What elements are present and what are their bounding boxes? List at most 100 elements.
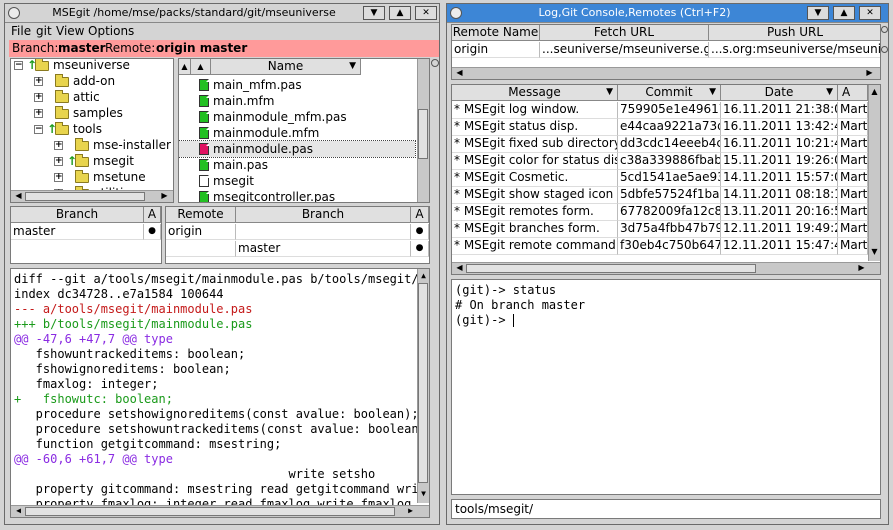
file-col-status[interactable]: ▲ bbox=[179, 59, 191, 75]
log-row[interactable]: * MSEgit show staged icon for 5dbfe57524f… bbox=[452, 187, 868, 204]
branch-col-active[interactable]: A bbox=[144, 207, 161, 223]
file-row[interactable]: mainmodule.pas bbox=[179, 140, 416, 158]
fetch-url-cell[interactable]: ...seuniverse/mseuniverse.git bbox=[540, 42, 709, 58]
log-row[interactable]: * MSEgit Cosmetic. 5cd1541ae5ae93 14.11.20… bbox=[452, 170, 868, 187]
tree-hscroll[interactable]: ◀ ▶ bbox=[11, 190, 173, 202]
remotes-table[interactable]: Remote Name Fetch URL Push URL origin ..… bbox=[451, 24, 881, 80]
scroll-thumb[interactable] bbox=[25, 507, 395, 516]
diff-hscroll[interactable]: ◀ ▶ bbox=[11, 505, 429, 517]
scroll-right-icon[interactable]: ▶ bbox=[159, 191, 170, 202]
console-prompt[interactable]: (git)-> bbox=[455, 313, 514, 328]
log-row[interactable]: * MSEgit color for status displac38a3398… bbox=[452, 153, 868, 170]
remote-branch-col-header[interactable]: Branch bbox=[236, 207, 411, 223]
remote-active-cell[interactable]: ● bbox=[411, 241, 429, 257]
remote-active-cell[interactable]: ● bbox=[411, 224, 429, 240]
expand-toggle-icon[interactable]: + bbox=[54, 141, 63, 150]
log-table[interactable]: Message ▼ Commit ▼ Date ▼ A * MSEgit log wi… bbox=[451, 84, 881, 275]
directory-tree[interactable]: − ↑ mseuniverse + add-on + attic + samples − ↑ tool… bbox=[10, 58, 174, 203]
tree-item[interactable]: + add-on bbox=[11, 73, 171, 89]
scroll-up-icon[interactable]: ▲ bbox=[869, 87, 880, 98]
file-row[interactable]: mainmodule.mfm bbox=[179, 125, 415, 141]
log-vscroll[interactable]: ▲ ▼ bbox=[868, 85, 880, 261]
tree-item[interactable]: + attic bbox=[11, 89, 171, 105]
close-button[interactable]: ✕ bbox=[859, 6, 881, 20]
branch-table[interactable]: Branch A master ● bbox=[10, 206, 162, 264]
remote-cell[interactable]: origin bbox=[166, 224, 236, 240]
scroll-left-icon[interactable]: ◀ bbox=[454, 68, 465, 79]
remote-name-cell[interactable]: origin bbox=[452, 42, 540, 58]
remote-col-header[interactable]: Remote bbox=[166, 207, 236, 223]
scroll-down-icon[interactable]: ▼ bbox=[418, 489, 429, 500]
tree-item[interactable]: + ↑ msegit bbox=[11, 153, 171, 169]
log-row[interactable]: * MSEgit status disp. e44caa9221a73d 16.11… bbox=[452, 119, 868, 136]
remote-branch-table[interactable]: Remote Branch A origin ● master ● bbox=[165, 206, 430, 264]
log-row[interactable]: * MSEgit fixed sub directory patdd3cdc14… bbox=[452, 136, 868, 153]
branch-name-cell[interactable]: master bbox=[11, 224, 144, 240]
expand-toggle-icon[interactable]: + bbox=[34, 109, 43, 118]
scroll-right-icon[interactable]: ▶ bbox=[856, 263, 867, 274]
log-col-date[interactable]: Date ▼ bbox=[721, 85, 838, 101]
minimize-button[interactable]: ▼ bbox=[807, 6, 829, 20]
close-button[interactable]: ✕ bbox=[415, 6, 437, 20]
expand-toggle-icon[interactable]: + bbox=[54, 157, 63, 166]
right-titlebar[interactable]: Log,Git Console,Remotes (Ctrl+F2) ▼ ▲ ✕ bbox=[447, 4, 888, 23]
fetch-url-col[interactable]: Fetch URL bbox=[540, 25, 709, 41]
menu-file[interactable]: File bbox=[11, 24, 31, 38]
expand-toggle-icon[interactable]: − bbox=[34, 125, 43, 134]
tree-item[interactable]: + msetune bbox=[11, 169, 171, 185]
file-row[interactable]: main.mfm bbox=[179, 93, 415, 109]
expand-toggle-icon[interactable]: + bbox=[54, 173, 63, 182]
file-row[interactable]: main.pas bbox=[179, 157, 415, 173]
log-row[interactable]: * MSEgit remotes form. 67782009fa12c8 13.1… bbox=[452, 204, 868, 221]
scroll-right-icon[interactable]: ▶ bbox=[864, 68, 875, 79]
scroll-down-icon[interactable]: ▼ bbox=[869, 247, 880, 258]
log-row[interactable]: * MSEgit branches form. 3d75a4fbb47b79 12.… bbox=[452, 221, 868, 238]
maximize-button[interactable]: ▲ bbox=[833, 6, 855, 20]
remotes-hscroll[interactable]: ◀ ▶ bbox=[452, 67, 880, 79]
git-console[interactable]: (git)-> status # On branch master (git)-… bbox=[451, 279, 881, 495]
menu-options[interactable]: Options bbox=[88, 24, 134, 38]
scroll-thumb[interactable] bbox=[466, 264, 756, 273]
file-row[interactable]: msegit bbox=[179, 173, 415, 189]
scroll-left-icon[interactable]: ◀ bbox=[454, 263, 465, 274]
scroll-thumb[interactable] bbox=[418, 283, 428, 483]
log-hscroll[interactable]: ◀ ▶ bbox=[452, 262, 880, 274]
log-row[interactable]: * MSEgit remote command quef30eb4c750b64… bbox=[452, 238, 868, 255]
remote-name-col[interactable]: Remote Name bbox=[452, 25, 540, 41]
file-row[interactable]: mainmodule_mfm.pas bbox=[179, 109, 415, 125]
file-list[interactable]: ▲ ▲ Name ▼ main_mfm.pas main.mfm mainmodul… bbox=[178, 58, 430, 203]
file-col-status2[interactable]: ▲ bbox=[191, 59, 211, 75]
file-vscroll[interactable] bbox=[417, 59, 429, 202]
branch-col-header[interactable]: Branch bbox=[11, 207, 144, 223]
menu-git[interactable]: git bbox=[36, 24, 52, 38]
scroll-left-icon[interactable]: ◀ bbox=[13, 191, 24, 202]
scroll-left-icon[interactable]: ◀ bbox=[13, 506, 24, 517]
minimize-button[interactable]: ▼ bbox=[363, 6, 385, 20]
expand-toggle-icon[interactable]: − bbox=[14, 61, 23, 70]
diff-viewer[interactable]: diff --git a/tools/msegit/mainmodule.pas… bbox=[10, 268, 430, 518]
log-row[interactable]: * MSEgit log window. 759905e1e49617 16.11.… bbox=[452, 102, 868, 119]
scroll-thumb[interactable] bbox=[25, 192, 145, 201]
expand-toggle-icon[interactable]: + bbox=[34, 77, 43, 86]
window-menu-icon[interactable] bbox=[8, 7, 20, 19]
branch-active-cell[interactable]: ● bbox=[144, 224, 161, 240]
push-url-cell[interactable]: ...s.org:mseuniverse/mseuniv bbox=[709, 42, 880, 58]
file-col-name[interactable]: Name ▼ bbox=[211, 59, 361, 75]
menu-view[interactable]: View bbox=[56, 24, 84, 38]
splitter-knob-icon[interactable] bbox=[881, 26, 888, 33]
splitter-knob-icon[interactable] bbox=[881, 46, 888, 53]
tree-item[interactable]: − ↑ tools bbox=[11, 121, 171, 137]
tree-item[interactable]: + samples bbox=[11, 105, 171, 121]
remote-branch-cell[interactable] bbox=[236, 224, 411, 240]
tree-item[interactable]: + mse-installer bbox=[11, 137, 171, 153]
maximize-button[interactable]: ▲ bbox=[389, 6, 411, 20]
expand-toggle-icon[interactable]: + bbox=[34, 93, 43, 102]
remote-active-col-header[interactable]: A bbox=[411, 207, 429, 223]
remote-branch-cell[interactable]: master bbox=[236, 241, 411, 257]
tree-item[interactable]: − ↑ mseuniverse bbox=[11, 59, 171, 73]
left-titlebar[interactable]: MSEgit /home/mse/packs/standard/git/mseu… bbox=[5, 4, 439, 23]
remote-cell[interactable] bbox=[166, 241, 236, 257]
diff-vscroll[interactable]: ▲ ▼ bbox=[417, 269, 429, 503]
log-col-commit[interactable]: Commit ▼ bbox=[618, 85, 721, 101]
scroll-right-icon[interactable]: ▶ bbox=[405, 506, 416, 517]
